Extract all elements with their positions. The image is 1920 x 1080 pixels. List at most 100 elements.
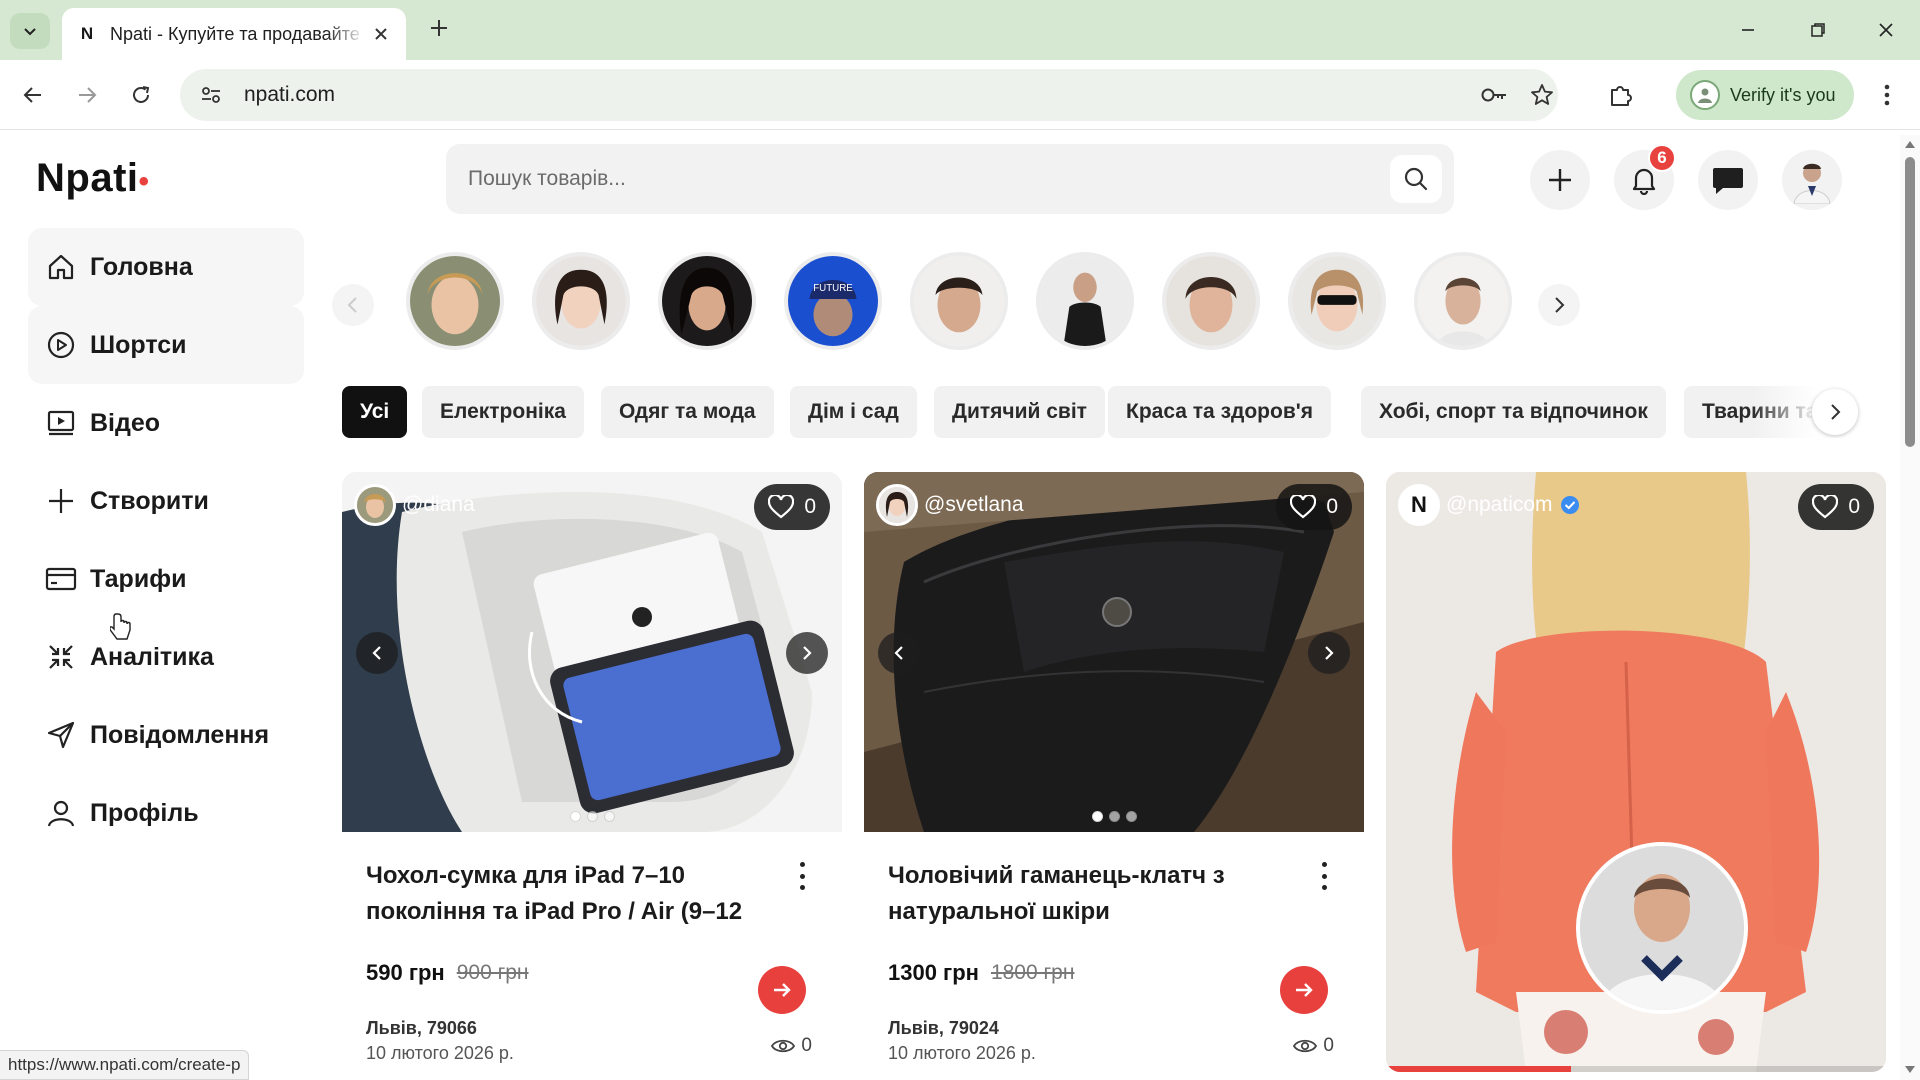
new-tab-button[interactable]: [424, 14, 454, 44]
image-pagination: [342, 811, 842, 822]
messages-button[interactable]: [1698, 150, 1758, 210]
category-chip-kids[interactable]: Дитячий світ: [934, 386, 1105, 438]
story-avatar[interactable]: [1162, 252, 1260, 350]
sidebar-item-profile[interactable]: Профіль: [28, 774, 304, 852]
close-window-button[interactable]: [1866, 12, 1906, 48]
pagination-dot[interactable]: [586, 811, 598, 822]
profile-avatar-button[interactable]: [1782, 150, 1842, 210]
restore-button[interactable]: [1798, 12, 1838, 48]
story-avatar[interactable]: [406, 252, 504, 350]
sidebar-item-label: Головна: [90, 252, 193, 281]
categories-next-button[interactable]: [1812, 389, 1858, 435]
password-key-icon[interactable]: [1480, 69, 1508, 121]
search-button[interactable]: [1390, 155, 1442, 203]
extensions-button[interactable]: [1602, 76, 1640, 114]
mouse-cursor-icon: [110, 613, 131, 640]
image-next-button[interactable]: [1308, 632, 1350, 674]
pagination-dot[interactable]: [603, 811, 615, 822]
arrow-right-icon: [1296, 983, 1313, 997]
sidebar-item-label: Профіль: [90, 798, 199, 827]
stories-prev-button[interactable]: [332, 284, 374, 326]
tab-close-button[interactable]: [370, 23, 392, 45]
product-image[interactable]: @diana 0: [342, 472, 842, 832]
seller-tag[interactable]: @svetlana: [876, 484, 1024, 526]
tab-title: Npati - Купуйте та продавайте: [110, 23, 360, 44]
category-chip-hobby-sport[interactable]: Хобі, спорт та відпочинок: [1361, 386, 1666, 438]
sidebar-item-analytics[interactable]: Аналітика: [28, 618, 304, 696]
stories-row: FUTURE: [332, 252, 1602, 356]
sidebar-item-shorts[interactable]: Шортси: [28, 306, 304, 384]
image-next-button[interactable]: [786, 632, 828, 674]
search-input[interactable]: [468, 167, 1348, 191]
like-button[interactable]: 0: [1798, 484, 1874, 530]
story-avatar[interactable]: [1036, 252, 1134, 350]
story-avatar[interactable]: [1414, 252, 1512, 350]
more-vertical-icon: [799, 862, 805, 867]
video-author-tag[interactable]: N @npaticom: [1398, 484, 1581, 526]
product-card[interactable]: @svetlana 0 Чоловічий гаманець-клатч з н…: [864, 472, 1364, 1080]
page-scrollbar[interactable]: [1900, 135, 1920, 1080]
minimize-button[interactable]: [1728, 12, 1768, 48]
sidebar-item-plans[interactable]: Тарифи: [28, 540, 304, 618]
pagination-dot[interactable]: [1108, 811, 1120, 822]
analytics-icon: [44, 640, 78, 674]
story-avatar[interactable]: [658, 252, 756, 350]
scroll-up-icon[interactable]: [1904, 139, 1916, 149]
pagination-dot[interactable]: [1125, 811, 1137, 822]
open-product-button[interactable]: [1280, 966, 1328, 1014]
story-avatar[interactable]: [532, 252, 630, 350]
product-title[interactable]: Чоловічий гаманець-клатч з натуральної ш…: [888, 858, 1288, 930]
sidebar-item-create[interactable]: Створити: [28, 462, 304, 540]
tab-search-button[interactable]: [10, 13, 50, 49]
video-progress-fill: [1386, 1066, 1571, 1072]
image-prev-button[interactable]: [356, 632, 398, 674]
open-product-button[interactable]: [758, 966, 806, 1014]
story-avatar[interactable]: FUTURE: [784, 252, 882, 350]
scroll-thumb[interactable]: [1905, 157, 1915, 447]
verify-label: Verify it's you: [1730, 84, 1836, 105]
reload-button[interactable]: [122, 76, 160, 114]
product-image[interactable]: @svetlana 0: [864, 472, 1364, 832]
sidebar-item-label: Створити: [90, 486, 209, 515]
scroll-down-icon[interactable]: [1904, 1065, 1916, 1075]
notifications-button[interactable]: 6: [1614, 144, 1676, 210]
stories-next-button[interactable]: [1538, 284, 1580, 326]
story-avatar[interactable]: [910, 252, 1008, 350]
seller-tag[interactable]: @diana: [354, 484, 475, 526]
video-progress-bar[interactable]: [1386, 1066, 1886, 1072]
video-card[interactable]: N @npaticom 0: [1386, 472, 1886, 1072]
back-button[interactable]: [14, 76, 52, 114]
pagination-dot[interactable]: [1091, 811, 1103, 822]
sidebar-item-label: Повідомлення: [90, 720, 270, 749]
profile-avatar-icon: [1690, 80, 1720, 110]
browser-tab[interactable]: N Npati - Купуйте та продавайте: [62, 8, 406, 60]
category-chip-electronics[interactable]: Електроніка: [422, 386, 584, 438]
product-menu-button[interactable]: [1314, 862, 1334, 890]
product-menu-button[interactable]: [792, 862, 812, 890]
forward-button[interactable]: [68, 76, 106, 114]
like-button[interactable]: 0: [1276, 484, 1352, 530]
reload-icon: [133, 86, 150, 103]
product-title[interactable]: Чохол-сумка для iPad 7–10 покоління та i…: [366, 858, 766, 930]
site-logo[interactable]: Npati•: [36, 156, 150, 201]
category-chip-beauty[interactable]: Краса та здоров'я: [1108, 386, 1331, 438]
sidebar-item-messages[interactable]: Повідомлення: [28, 696, 304, 774]
browser-menu-button[interactable]: [1868, 76, 1906, 114]
user-avatar-icon: [1793, 163, 1831, 204]
category-chip-all[interactable]: Усі: [342, 386, 408, 438]
like-button[interactable]: 0: [754, 484, 830, 530]
sidebar-item-video[interactable]: Відео: [28, 384, 304, 462]
site-settings-icon[interactable]: [196, 80, 226, 110]
address-bar[interactable]: npati.com: [180, 69, 1558, 121]
product-card[interactable]: @diana 0 Чохол-сумка для iPad 7–10 покол…: [342, 472, 842, 1080]
bookmark-star-icon[interactable]: [1530, 69, 1554, 121]
pagination-dot[interactable]: [569, 811, 581, 822]
story-avatar[interactable]: [1288, 252, 1386, 350]
category-chip-home-garden[interactable]: Дім і сад: [790, 386, 917, 438]
sidebar-item-home[interactable]: Головна: [28, 228, 304, 306]
image-prev-button[interactable]: [878, 632, 920, 674]
arrow-right-icon: [79, 87, 97, 103]
category-chip-fashion[interactable]: Одяг та мода: [601, 386, 774, 438]
verify-profile-button[interactable]: Verify it's you: [1676, 70, 1854, 120]
create-button[interactable]: [1530, 150, 1590, 210]
